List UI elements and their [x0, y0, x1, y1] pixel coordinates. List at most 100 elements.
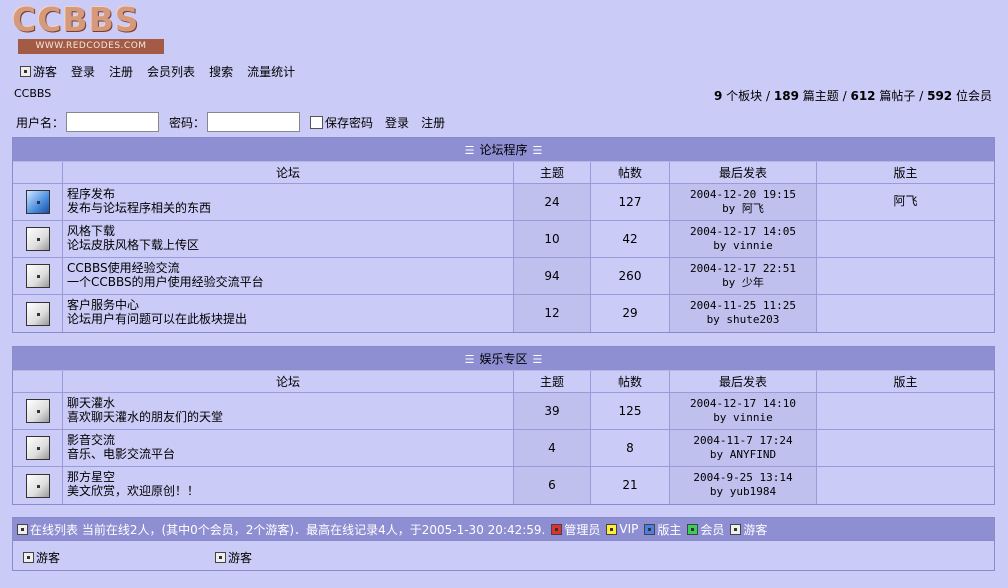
online-user-name: 游客	[36, 551, 61, 565]
row-mod-cell: 阿飞	[817, 184, 994, 220]
online-list-icon[interactable]	[17, 523, 28, 535]
row-name-cell: 程序发布 发布与论坛程序相关的东西	[63, 184, 514, 220]
moderator-link[interactable]: 阿飞	[893, 194, 917, 208]
forum-description: 发布与论坛程序相关的东西	[67, 201, 212, 215]
legend-vip: VIP	[606, 522, 638, 536]
row-name-cell: 聊天灌水 喜欢聊天灌水的朋友们的天堂	[63, 393, 514, 429]
site-logo[interactable]: CCBBS WWW.REDCODES.COM	[12, 3, 164, 54]
password-input[interactable]	[207, 112, 301, 132]
row-icon-cell	[13, 295, 63, 332]
register-button[interactable]: 注册	[421, 114, 445, 131]
forum-icon	[25, 227, 50, 251]
col-posts: 帖数	[591, 162, 670, 183]
moderator-cell	[817, 221, 994, 257]
moderator-cell	[817, 258, 994, 294]
post-count: 127	[591, 184, 670, 220]
nav-register[interactable]: 注册	[109, 63, 133, 80]
row-name-cell: 那方星空 美文欣赏，欢迎原创！！	[63, 467, 514, 504]
username-input[interactable]	[66, 112, 160, 132]
breadcrumb-forum-name[interactable]: CCBBS	[14, 87, 51, 100]
top-nav: 游客 登录 注册 会员列表 搜索 流量统计	[20, 62, 309, 80]
forum-link[interactable]: 影音交流	[67, 433, 115, 447]
row-icon-cell	[13, 184, 63, 220]
last-post-time[interactable]: 2004-12-17 14:05	[690, 225, 796, 238]
row-name-cell: 客户服务中心 论坛用户有问题可以在此板块提出	[63, 295, 514, 332]
forum-link[interactable]: 聊天灌水	[67, 396, 115, 410]
table-row: 客户服务中心 论坛用户有问题可以在此板块提出 12 29 2004-11-25 1…	[13, 295, 994, 332]
row-name-cell: 风格下载 论坛皮肤风格下载上传区	[63, 221, 514, 257]
last-post-time[interactable]: 2004-12-17 14:10	[690, 397, 796, 410]
last-post-time[interactable]: 2004-11-25 11:25	[690, 299, 796, 312]
forum-link[interactable]: 那方星空	[67, 470, 115, 484]
menu-lines-icon: ☰	[464, 353, 475, 366]
col-posts: 帖数	[591, 371, 670, 392]
topic-count: 4	[514, 430, 591, 466]
last-post-author[interactable]: by vinnie	[713, 239, 773, 252]
nav-member-list[interactable]: 会员列表	[147, 63, 195, 80]
last-post-time[interactable]: 2004-12-17 22:51	[690, 262, 796, 275]
online-user[interactable]: 游客	[23, 549, 60, 566]
forum-icon	[25, 264, 50, 288]
post-count: 29	[591, 295, 670, 332]
online-user[interactable]: 游客	[215, 549, 252, 566]
last-post-time[interactable]: 2004-12-20 19:15	[690, 188, 796, 201]
nav-search[interactable]: 搜索	[209, 63, 233, 80]
stat-topics-unit: 篇主题	[802, 89, 839, 103]
forum-category: ☰ 娱乐专区 ☰ 论坛 主题 帖数 最后发表 版主 聊天灌水 喜欢聊天灌水的朋友们的天…	[12, 346, 995, 505]
col-icon	[13, 371, 63, 392]
nav-guest[interactable]: 游客	[20, 63, 57, 80]
row-icon-cell	[13, 393, 63, 429]
guest-icon	[215, 552, 226, 563]
moderator-icon	[644, 523, 656, 535]
last-post-author[interactable]: by ANYFIND	[710, 448, 776, 461]
forum-link[interactable]: 客户服务中心	[67, 298, 139, 312]
forum-description: 论坛皮肤风格下载上传区	[67, 238, 200, 252]
forum-description: 音乐、电影交流平台	[67, 447, 176, 461]
moderator-cell	[817, 393, 994, 429]
forum-description: 论坛用户有问题可以在此板块提出	[67, 312, 248, 326]
topic-count: 10	[514, 221, 591, 257]
legend-label: 版主	[657, 522, 682, 537]
last-post-author[interactable]: by 阿飞	[722, 202, 764, 215]
table-header: 论坛 主题 帖数 最后发表 版主	[13, 162, 994, 184]
last-post-author[interactable]: by 少年	[722, 276, 764, 289]
last-post-author[interactable]: by yub1984	[710, 485, 776, 498]
category-header: ☰ 论坛程序 ☰	[13, 138, 994, 162]
online-user-list: 游客 游客	[12, 541, 995, 571]
row-name-cell: 影音交流 音乐、电影交流平台	[63, 430, 514, 466]
table-row: 影音交流 音乐、电影交流平台 4 8 2004-11-7 17:24 by ANYF…	[13, 430, 994, 467]
stat-posts: 612	[850, 89, 876, 103]
post-count: 260	[591, 258, 670, 294]
forum-link[interactable]: 风格下载	[67, 224, 115, 238]
post-count: 125	[591, 393, 670, 429]
row-icon-cell	[13, 258, 63, 294]
moderator-cell	[817, 467, 994, 504]
last-post-time[interactable]: 2004-9-25 13:14	[693, 471, 792, 484]
topic-count: 6	[514, 467, 591, 504]
forum-description: 喜欢聊天灌水的朋友们的天堂	[67, 410, 224, 424]
table-row: 那方星空 美文欣赏，欢迎原创！！ 6 21 2004-9-25 13:14 by y…	[13, 467, 994, 504]
col-topics: 主题	[514, 162, 591, 183]
col-icon	[13, 162, 63, 183]
row-last-cell: 2004-9-25 13:14 by yub1984	[670, 467, 817, 504]
logo-url: WWW.REDCODES.COM	[18, 39, 164, 54]
last-post-author[interactable]: by vinnie	[713, 411, 773, 424]
login-button[interactable]: 登录	[385, 114, 409, 131]
category-title[interactable]: 娱乐专区	[479, 352, 527, 366]
forum-link[interactable]: CCBBS使用经验交流	[67, 261, 180, 275]
forum-icon	[25, 473, 50, 498]
remember-password-checkbox[interactable]	[310, 115, 324, 129]
stat-sep: /	[919, 89, 924, 103]
last-post-author[interactable]: by shute203	[707, 313, 780, 326]
forum-category: ☰ 论坛程序 ☰ 论坛 主题 帖数 最后发表 版主 程序发布 发布与论坛程序相关的东西…	[12, 137, 995, 333]
stat-members-unit: 位会员	[955, 89, 992, 103]
forum-link[interactable]: 程序发布	[67, 187, 115, 201]
row-last-cell: 2004-12-17 22:51 by 少年	[670, 258, 817, 294]
category-title[interactable]: 论坛程序	[479, 143, 527, 157]
last-post-time[interactable]: 2004-11-7 17:24	[693, 434, 792, 447]
nav-login[interactable]: 登录	[71, 63, 95, 80]
forum-stats: 9 个板块 / 189 篇主题 / 612 篇帖子 / 592 位会员	[714, 87, 992, 104]
table-row: 风格下载 论坛皮肤风格下载上传区 10 42 2004-12-17 14:05 by…	[13, 221, 994, 258]
legend-label: 游客	[743, 522, 768, 537]
nav-traffic-stats[interactable]: 流量统计	[247, 63, 295, 80]
